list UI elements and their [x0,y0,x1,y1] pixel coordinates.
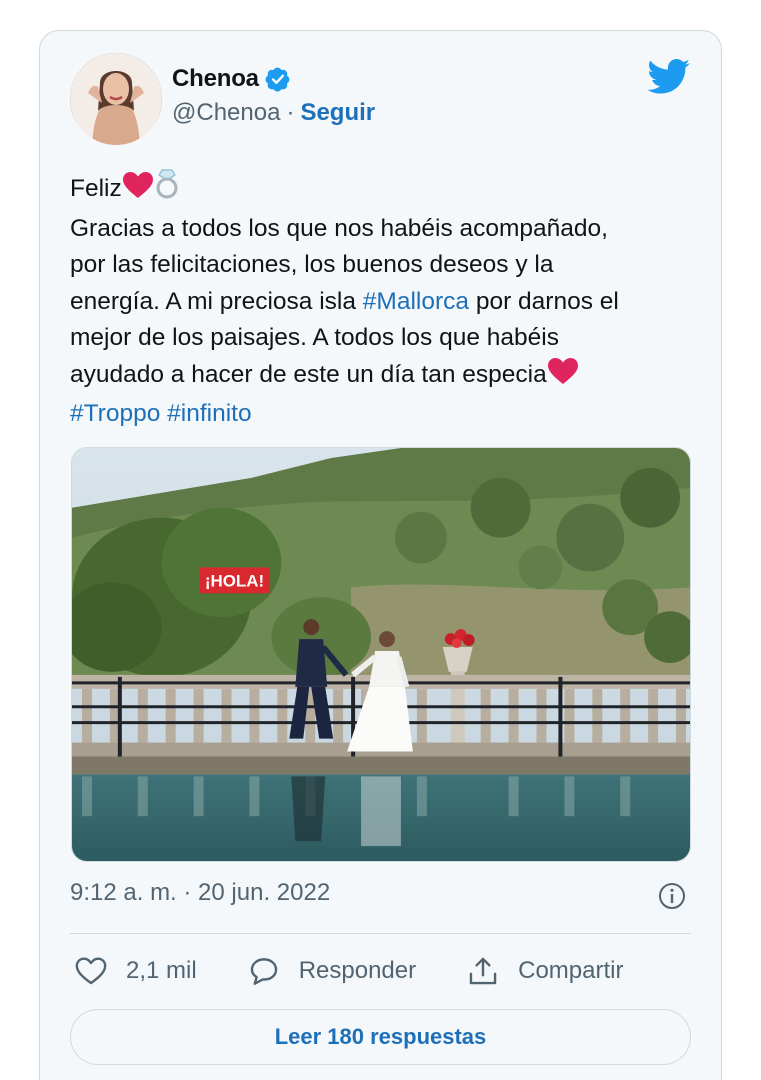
tweet-line-4-end: por darnos el [469,287,619,315]
hashtag-infinito[interactable]: #infinito [167,400,251,427]
share-button[interactable]: Compartir [466,954,623,988]
tweet-card: Chenoa @Chenoa · Seguir Feliz Gracias a … [39,30,722,1080]
tweet-line-4: energía. A mi preciosa isla [70,287,363,315]
verified-badge-icon [265,66,291,92]
tweet-line-6: ayudado a hacer de este un día tan espec… [70,360,547,388]
red-heart-icon [122,171,154,211]
hola-watermark-text: ¡HOLA! [205,571,264,590]
twitter-bird-icon[interactable] [647,59,691,95]
tweet-header: Chenoa @Chenoa · Seguir [70,51,691,145]
reply-label: Responder [298,957,417,984]
display-name[interactable]: Chenoa [172,65,259,93]
avatar[interactable] [70,53,162,145]
hashtag-mallorca[interactable]: #Mallorca [363,288,469,315]
hola-watermark: ¡HOLA! [199,567,270,594]
tweet-line-3: por las felicitaciones, los buenos deseo… [70,251,554,278]
share-label: Compartir [518,957,624,984]
info-icon[interactable] [657,881,687,911]
hashtag-troppo[interactable]: #Troppo [70,400,160,427]
like-button[interactable]: 2,1 mil [74,954,197,988]
tweet-timestamp[interactable]: 9:12 a. m. · 20 jun. 2022 [70,879,330,907]
separator: · [286,99,295,126]
tweet-line-1: Feliz [70,175,122,202]
tweet-photo[interactable]: ¡HOLA! [71,447,691,862]
reply-button[interactable]: Responder [247,954,416,988]
red-heart-icon [547,357,579,397]
tweet-line-5: mejor de los paisajes. A todos los que h… [70,324,559,351]
like-count: 2,1 mil [126,957,197,984]
read-replies-button[interactable]: Leer 180 respuestas [70,1009,691,1065]
handle[interactable]: @Chenoa [172,99,280,127]
heart-outline-icon [75,957,107,985]
tweet-actions: 2,1 mil Responder Compartir [74,951,673,991]
tweet-text: Feliz Gracias a todos los que nos habéis… [70,167,700,433]
share-upload-icon [469,957,497,985]
follow-button[interactable]: Seguir [300,99,375,127]
author-names: Chenoa @Chenoa · Seguir [172,65,375,127]
divider [70,933,691,934]
tweet-line-2: Gracias a todos los que nos habéis acomp… [70,214,608,242]
ring-icon [154,167,180,211]
reply-bubble-icon [250,958,277,985]
